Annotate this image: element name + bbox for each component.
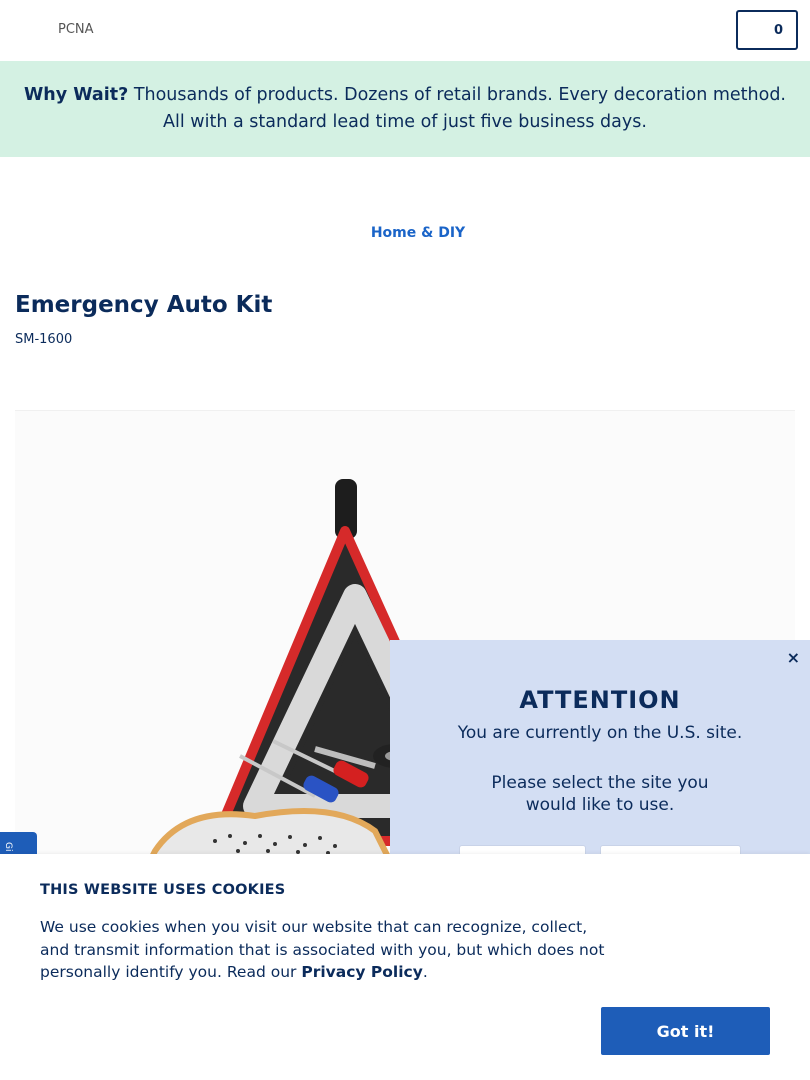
cookie-tail: . — [422, 963, 428, 981]
logo-alt-text: PCNA — [58, 22, 94, 37]
cookie-title: THIS WEBSITE USES COOKIES — [40, 882, 286, 898]
site-header: PCNA 0 — [0, 0, 810, 61]
select-site-message: Please select the site you would like to… — [491, 773, 709, 815]
privacy-policy-link[interactable]: Privacy Policy — [301, 963, 423, 981]
got-it-button[interactable]: Got it! — [601, 1007, 770, 1055]
cart-button[interactable]: 0 — [736, 10, 798, 50]
cart-count: 0 — [773, 22, 783, 38]
promo-text: Why Wait? Thousands of products. Dozens … — [12, 82, 798, 136]
pcna-logo[interactable]: PCNA — [56, 22, 94, 37]
site-select-popup: × ATTENTION You are currently on the U.S… — [390, 640, 810, 875]
promo-lead: Why Wait? — [23, 85, 129, 105]
close-icon[interactable]: × — [787, 648, 800, 667]
cookie-body: We use cookies when you visit our websit… — [40, 916, 620, 984]
current-site-message: You are currently on the U.S. site. — [457, 723, 743, 743]
product-title: Emergency Auto Kit — [15, 292, 273, 318]
category-link[interactable]: Home & DIY — [0, 225, 810, 241]
side-tab-label: Gi — [3, 842, 13, 852]
product-sku: SM-1600 — [15, 332, 73, 347]
cookie-banner: THIS WEBSITE USES COOKIES We use cookies… — [0, 854, 810, 1080]
promo-body: Thousands of products. Dozens of retail … — [128, 85, 786, 132]
attention-title: ATTENTION — [519, 686, 681, 714]
promo-banner: Why Wait? Thousands of products. Dozens … — [0, 61, 810, 157]
